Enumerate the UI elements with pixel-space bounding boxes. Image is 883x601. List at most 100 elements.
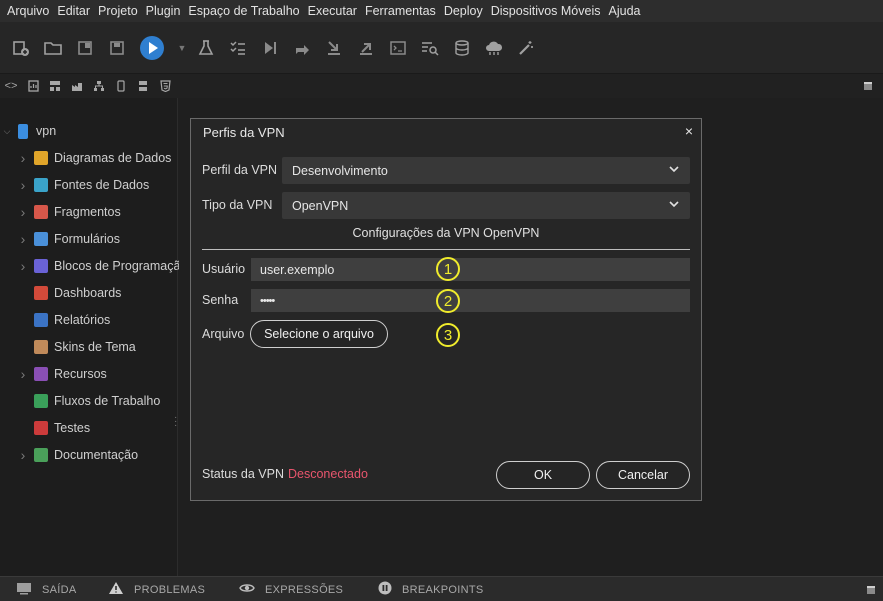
code-view-icon[interactable]: <> [3, 78, 19, 94]
chevron-right-icon[interactable]: › [18, 177, 28, 193]
tab-problemas[interactable]: PROBLEMAS [108, 577, 205, 601]
layout-view-icon[interactable] [47, 78, 63, 94]
chevron-down-icon [669, 166, 679, 173]
tree-item-label: Dashboards [54, 286, 122, 300]
warning-icon [108, 581, 124, 598]
html5-view-icon[interactable] [157, 78, 173, 94]
vpn-type-select[interactable]: OpenVPN [282, 192, 690, 219]
tree-item[interactable]: › Diagramas de Dados [18, 147, 196, 169]
tree-item[interactable]: › Blocos de Programação [18, 255, 196, 277]
datasource-icon [34, 178, 48, 192]
dashboard-icon [34, 286, 48, 300]
password-field[interactable]: ••••• [251, 289, 690, 312]
panel-toggle-icon[interactable] [860, 78, 876, 94]
factory-view-icon[interactable] [69, 78, 85, 94]
flask-icon[interactable] [196, 38, 216, 58]
username-field[interactable]: user.exemplo [251, 258, 690, 281]
tree-root-vpn[interactable]: ⌵ vpn [2, 120, 180, 142]
panel-toggle-icon[interactable] [866, 577, 876, 601]
main-toolbar: ▼ [0, 22, 883, 74]
dialog-title: Perfis da VPN [203, 125, 285, 140]
tree-item-label: Blocos de Programação [54, 259, 188, 273]
tree-item[interactable]: Skins de Tema [18, 336, 196, 358]
chevron-right-icon[interactable]: › [18, 366, 28, 382]
password-label: Senha [202, 293, 239, 307]
report-view-icon[interactable] [25, 78, 41, 94]
menu-deploy[interactable]: Deploy [444, 4, 483, 18]
server-view-icon[interactable] [135, 78, 151, 94]
share-icon[interactable] [292, 38, 312, 58]
tree-item-label: Fluxos de Trabalho [54, 394, 161, 408]
chevron-down-icon[interactable]: ⌵ [2, 126, 12, 137]
tree-item[interactable]: › Formulários [18, 228, 196, 250]
run-button[interactable] [140, 36, 164, 60]
fragment-icon [34, 205, 48, 219]
checklist-icon[interactable] [228, 38, 248, 58]
palette-icon [34, 340, 48, 354]
tree-item[interactable]: Dashboards [18, 282, 196, 304]
mobile-view-icon[interactable] [113, 78, 129, 94]
terminal-icon[interactable] [388, 38, 408, 58]
vpn-status-value: Desconectado [288, 467, 368, 481]
menu-projeto[interactable]: Projeto [98, 4, 138, 18]
chevron-right-icon[interactable]: › [18, 204, 28, 220]
chevron-right-icon[interactable]: › [18, 150, 28, 166]
chevron-right-icon[interactable]: › [18, 231, 28, 247]
tree-item-label: Testes [54, 421, 91, 435]
tree-item[interactable]: › Fontes de Dados [18, 174, 196, 196]
save-icon[interactable] [107, 38, 127, 58]
run-dropdown-chevron-icon[interactable]: ▼ [172, 38, 192, 58]
menu-executar[interactable]: Executar [308, 4, 357, 18]
menu-arquivo[interactable]: Arquivo [7, 4, 49, 18]
monitor-icon [16, 582, 32, 598]
export-icon[interactable] [356, 38, 376, 58]
open-folder-icon[interactable] [43, 38, 63, 58]
tab-expressoes[interactable]: EXPRESSÕES [239, 577, 343, 601]
step-next-icon[interactable] [260, 38, 280, 58]
tree-item[interactable]: Relatórios [18, 309, 196, 331]
resize-handle-icon[interactable]: · · · [174, 413, 177, 431]
tab-breakpoints[interactable]: BREAKPOINTS [378, 577, 484, 601]
database-icon[interactable] [452, 38, 472, 58]
tree-item[interactable]: › Documentação [18, 444, 196, 466]
menu-plugin[interactable]: Plugin [146, 4, 181, 18]
magic-wand-icon[interactable] [516, 38, 536, 58]
tree-item[interactable]: › Fragmentos [18, 201, 196, 223]
menu-espaco-de-trabalho[interactable]: Espaço de Trabalho [188, 4, 299, 18]
chevron-right-icon[interactable]: › [18, 447, 28, 463]
cancel-button[interactable]: Cancelar [596, 461, 690, 489]
ok-button[interactable]: OK [496, 461, 590, 489]
diagram-icon [34, 151, 48, 165]
close-project-icon[interactable] [75, 38, 95, 58]
workflow-icon [34, 394, 48, 408]
chevron-right-icon[interactable]: › [18, 258, 28, 274]
menu-ferramentas[interactable]: Ferramentas [365, 4, 436, 18]
select-file-button[interactable]: Selecione o arquivo [250, 320, 388, 348]
search-config-icon[interactable] [420, 38, 440, 58]
menu-dispositivos-moveis[interactable]: Dispositivos Móveis [491, 4, 601, 18]
username-label: Usuário [202, 262, 246, 276]
view-toolbar: <> [0, 74, 883, 98]
tree-item-label: Formulários [54, 232, 120, 246]
tree-item[interactable]: Testes [18, 417, 196, 439]
tree-item[interactable]: Fluxos de Trabalho [18, 390, 196, 412]
vpn-profiles-dialog: Perfis da VPN × Perfil da VPN Desenvolvi… [190, 118, 702, 501]
tree-item-label: Relatórios [54, 313, 111, 327]
marker-3: 3 [436, 323, 460, 347]
close-icon[interactable]: × [685, 123, 693, 139]
vpn-type-value: OpenVPN [292, 198, 349, 213]
tab-saida[interactable]: SAÍDA [16, 577, 77, 601]
hierarchy-view-icon[interactable] [91, 78, 107, 94]
section-title: Configurações da VPN OpenVPN [352, 226, 540, 240]
menu-ajuda[interactable]: Ajuda [609, 4, 641, 18]
vpn-profile-label: Perfil da VPN [202, 163, 278, 177]
section-divider [202, 249, 690, 250]
new-project-icon[interactable] [11, 38, 31, 58]
vpn-profile-select[interactable]: Desenvolvimento [282, 157, 690, 184]
tree-item[interactable]: › Recursos [18, 363, 196, 385]
import-icon[interactable] [324, 38, 344, 58]
cloud-deploy-icon[interactable] [484, 38, 504, 58]
tree-item-label: Skins de Tema [54, 340, 136, 354]
menu-editar[interactable]: Editar [57, 4, 90, 18]
mobile-project-icon [18, 123, 28, 139]
